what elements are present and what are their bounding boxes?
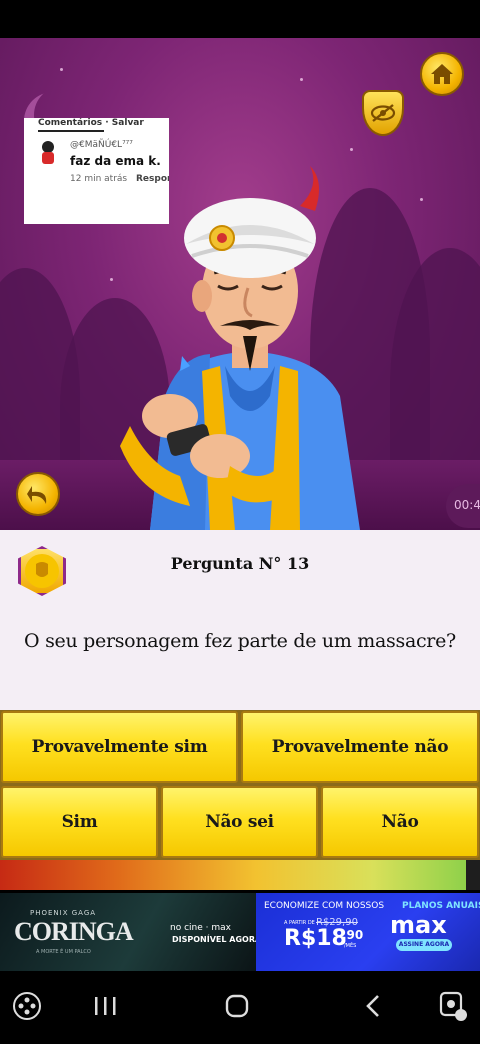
- progress-fill: [0, 860, 466, 890]
- gamepad-settings-icon: [439, 991, 467, 1021]
- no-button[interactable]: Não: [321, 786, 479, 858]
- game-scene: 00:45: [0, 38, 480, 530]
- undo-arrow-icon: [27, 486, 47, 504]
- ad-headline: ECONOMIZE COM NOSSOS: [264, 901, 385, 911]
- back-button[interactable]: [356, 989, 390, 1023]
- ad-price-cents: ,90: [342, 928, 364, 942]
- home-nav-button[interactable]: [220, 989, 254, 1023]
- avatar: [42, 141, 54, 164]
- probably-yes-button[interactable]: Provavelmente sim: [1, 711, 238, 783]
- question-number: Pergunta N° 13: [170, 554, 310, 573]
- navigation-bar: [0, 971, 480, 1044]
- ad-cinema-line: no cine · max: [170, 923, 231, 933]
- home-icon: [431, 64, 453, 84]
- recent-apps-icon: [95, 997, 116, 1015]
- question-text: O seu personagem fez parte de um massacr…: [24, 630, 456, 652]
- answer-grid: Provavelmente sim Provavelmente não Sim …: [0, 710, 480, 860]
- ad-cta-button[interactable]: ASSINE AGORA: [396, 939, 452, 951]
- comment-username: @€MäÑÚ€L⁷⁷⁷: [70, 140, 133, 150]
- ad-brand-logo: max: [390, 911, 447, 939]
- back-chevron-icon: [366, 995, 379, 1017]
- ad-per-month: /MÊS: [344, 943, 357, 949]
- probably-no-button[interactable]: Provavelmente não: [241, 711, 479, 783]
- ad-available: DISPONÍVEL AGORA: [172, 935, 262, 944]
- reply-link[interactable]: Responder: [136, 174, 169, 184]
- undo-button[interactable]: [16, 472, 60, 516]
- ad-movie-title: CORINGA: [14, 917, 134, 946]
- ad-headline-accent: PLANOS ANUAIS: [402, 901, 480, 911]
- ad-cast-text: PHOENIX GAGA: [30, 909, 97, 917]
- recent-apps-button[interactable]: [88, 989, 122, 1023]
- game-controller-icon: [13, 992, 41, 1020]
- hide-eye-icon: [370, 104, 396, 122]
- comment-text: faz da ema k.: [70, 154, 161, 168]
- hide-button[interactable]: [362, 90, 404, 136]
- ad-movie-panel: PHOENIX GAGA CORINGA A MORTE É UM PALCO …: [0, 893, 261, 971]
- home-circle-icon: [225, 994, 249, 1018]
- home-button[interactable]: [420, 52, 464, 96]
- comment-card[interactable]: Comentários · Salvar @€MäÑÚ€L⁷⁷⁷ faz da …: [24, 118, 169, 224]
- ad-movie-subtitle: A MORTE É UM PALCO: [36, 949, 91, 955]
- yes-button[interactable]: Sim: [1, 786, 158, 858]
- active-tab-indicator: [38, 130, 104, 132]
- ad-price: R$18: [284, 926, 347, 951]
- game-tools-button[interactable]: [434, 987, 472, 1025]
- comment-time: 12 min atrás: [70, 174, 128, 184]
- ad-banner[interactable]: PHOENIX GAGA CORINGA A MORTE É UM PALCO …: [0, 893, 480, 971]
- progress-bar: [0, 860, 480, 890]
- ad-offer-panel: ECONOMIZE COM NOSSOS PLANOS ANUAIS A PAR…: [256, 893, 480, 971]
- dont-know-button[interactable]: Não sei: [161, 786, 318, 858]
- game-launcher-button[interactable]: [10, 989, 44, 1023]
- status-bar: [0, 0, 480, 38]
